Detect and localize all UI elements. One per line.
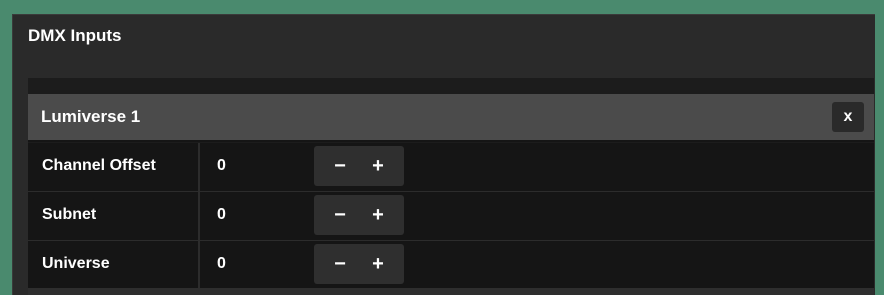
channel-offset-value[interactable]: 0 [217, 157, 226, 175]
universe-label: Universe [42, 255, 110, 272]
universe-value[interactable]: 0 [217, 255, 226, 273]
increment-button[interactable]: + [358, 244, 398, 284]
label-cell: Universe [28, 241, 200, 289]
close-button[interactable]: x [832, 102, 864, 132]
decrement-button[interactable]: − [320, 244, 360, 284]
increment-button[interactable]: + [358, 146, 398, 186]
decrement-button[interactable]: − [320, 195, 360, 235]
universe-stepper: − + [314, 244, 404, 284]
label-cell: Channel Offset [28, 143, 200, 191]
group-header: Lumiverse 1 x [28, 94, 874, 142]
subnet-row: Subnet 0 − + [28, 192, 874, 241]
universe-row: Universe 0 − + [28, 241, 874, 289]
channel-offset-label: Channel Offset [42, 157, 156, 174]
increment-button[interactable]: + [358, 195, 398, 235]
label-cell: Subnet [28, 192, 200, 240]
subnet-value[interactable]: 0 [217, 206, 226, 224]
bottom-strip [28, 288, 874, 295]
channel-offset-stepper: − + [314, 146, 404, 186]
subnet-label: Subnet [42, 206, 97, 223]
decrement-button[interactable]: − [320, 146, 360, 186]
panel-title: DMX Inputs [28, 26, 122, 45]
subnet-stepper: − + [314, 195, 404, 235]
channel-offset-row: Channel Offset 0 − + [28, 143, 874, 192]
group-name: Lumiverse 1 [41, 107, 141, 126]
